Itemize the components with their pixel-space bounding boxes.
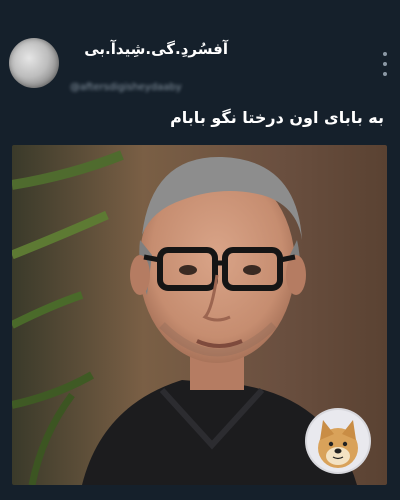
tweet-text: به بابای اون درختا نگو بابام xyxy=(170,108,384,127)
doge-sticker-icon xyxy=(307,410,369,472)
username[interactable]: @aftersdigisheydaaby xyxy=(70,82,182,93)
display-name[interactable]: آفسُردِ.گی.شِیدآ.بی xyxy=(84,40,228,58)
avatar[interactable] xyxy=(9,38,59,88)
more-vertical-icon[interactable] xyxy=(382,52,388,76)
